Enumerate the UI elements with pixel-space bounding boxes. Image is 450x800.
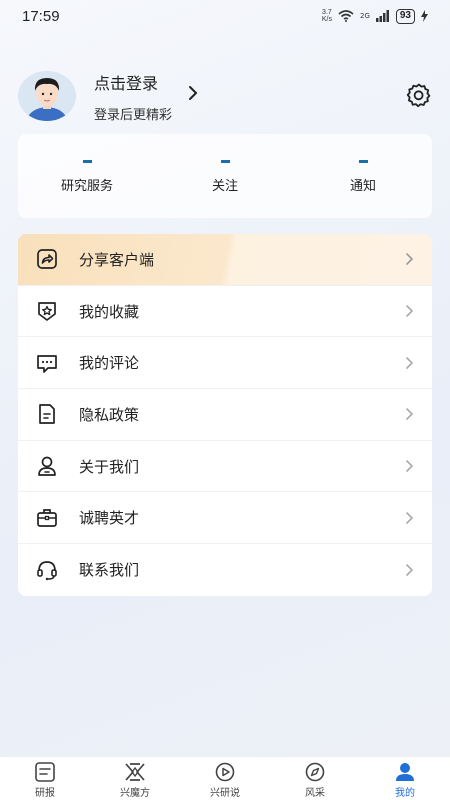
share-icon [36,248,58,270]
menu-item-about-us[interactable]: 关于我们 [18,441,432,493]
profile-text[interactable]: 点击登录 登录后更精彩 [94,70,172,123]
play-icon [215,762,235,782]
menu-list: 分享客户端 我的收藏 我的评论 隐私政策 关于我们 诚聘英才 联系我们 [18,234,432,596]
chevron-right-icon [406,460,414,472]
tab-label: 兴研说 [210,788,240,799]
favorite-star-icon [36,300,58,322]
menu-item-share-client[interactable]: 分享客户端 [18,234,432,286]
stat-following[interactable]: 关注 [156,134,294,218]
profile-header[interactable]: 点击登录 登录后更精彩 [18,70,432,123]
login-subtitle: 登录后更精彩 [94,107,173,123]
chevron-right-icon [406,511,414,524]
tab-label: 风采 [305,788,325,799]
briefcase-icon [36,507,58,529]
menu-item-label: 我的评论 [79,354,140,373]
signal-type: 2G [359,12,370,20]
tab-xing-yanshuo[interactable]: 兴研说 [180,757,270,800]
tab-xing-mofang[interactable]: 兴魔方 [90,757,180,800]
avatar[interactable] [18,71,76,121]
tab-label: 研报 [35,788,55,799]
menu-item-label: 分享客户端 [79,250,155,269]
signal-icon [375,10,389,22]
user-icon [36,455,58,477]
chevron-right-icon [406,305,414,317]
menu-item-privacy-policy[interactable]: 隐私政策 [18,389,432,441]
wifi-icon [338,10,354,22]
status-time: 17:59 [22,7,60,25]
stat-notifications[interactable]: 通知 [294,134,432,218]
stat-label: 研究服务 [60,179,113,194]
stat-label: 通知 [349,179,376,194]
stat-research-service[interactable]: 研究服务 [18,134,156,218]
menu-item-label: 关于我们 [79,457,140,476]
stats-card: 研究服务 关注 通知 [18,134,432,218]
menu-item-label: 我的收藏 [79,302,140,321]
report-icon [35,762,55,782]
tab-label: 我的 [395,788,415,799]
headset-icon [36,559,58,581]
document-icon [36,403,58,425]
tab-research-report[interactable]: 研报 [0,757,90,800]
tab-style[interactable]: 风采 [270,757,360,800]
chevron-right-icon [406,356,414,369]
network-speed: 3.7 K/s [321,9,332,23]
menu-item-label: 隐私政策 [79,405,140,424]
comment-icon [36,352,58,374]
bottom-tab-bar: 研报 兴魔方 兴研说 风采 我的 [0,756,450,800]
cube-logo-icon [125,763,145,781]
chevron-right-icon [406,253,414,266]
stat-value [82,160,92,163]
menu-item-contact-us[interactable]: 联系我们 [18,544,432,596]
battery-indicator: 93 [395,8,415,24]
status-bar: 17:59 3.7 K/s 2G 93 [0,0,450,32]
compass-icon [305,762,325,782]
menu-item-comments[interactable]: 我的评论 [18,337,432,390]
profile-icon [396,763,414,781]
avatar-illustration [18,71,76,121]
chevron-right-icon [406,564,414,576]
stat-value [358,160,368,163]
login-title[interactable]: 点击登录 [94,70,172,94]
gear-icon[interactable] [406,82,432,108]
stat-value [220,160,230,163]
menu-item-label: 诚聘英才 [79,509,140,528]
chevron-right-icon [406,408,414,421]
stat-label: 关注 [211,179,238,194]
charging-icon [421,10,428,22]
chevron-right-icon[interactable] [188,85,198,101]
tab-mine[interactable]: 我的 [360,757,450,800]
menu-item-careers[interactable]: 诚聘英才 [18,492,432,545]
status-icons: 3.7 K/s 2G 93 [321,8,428,24]
tab-label: 兴魔方 [120,788,150,799]
menu-item-favorites[interactable]: 我的收藏 [18,286,432,338]
menu-item-label: 联系我们 [79,561,140,580]
